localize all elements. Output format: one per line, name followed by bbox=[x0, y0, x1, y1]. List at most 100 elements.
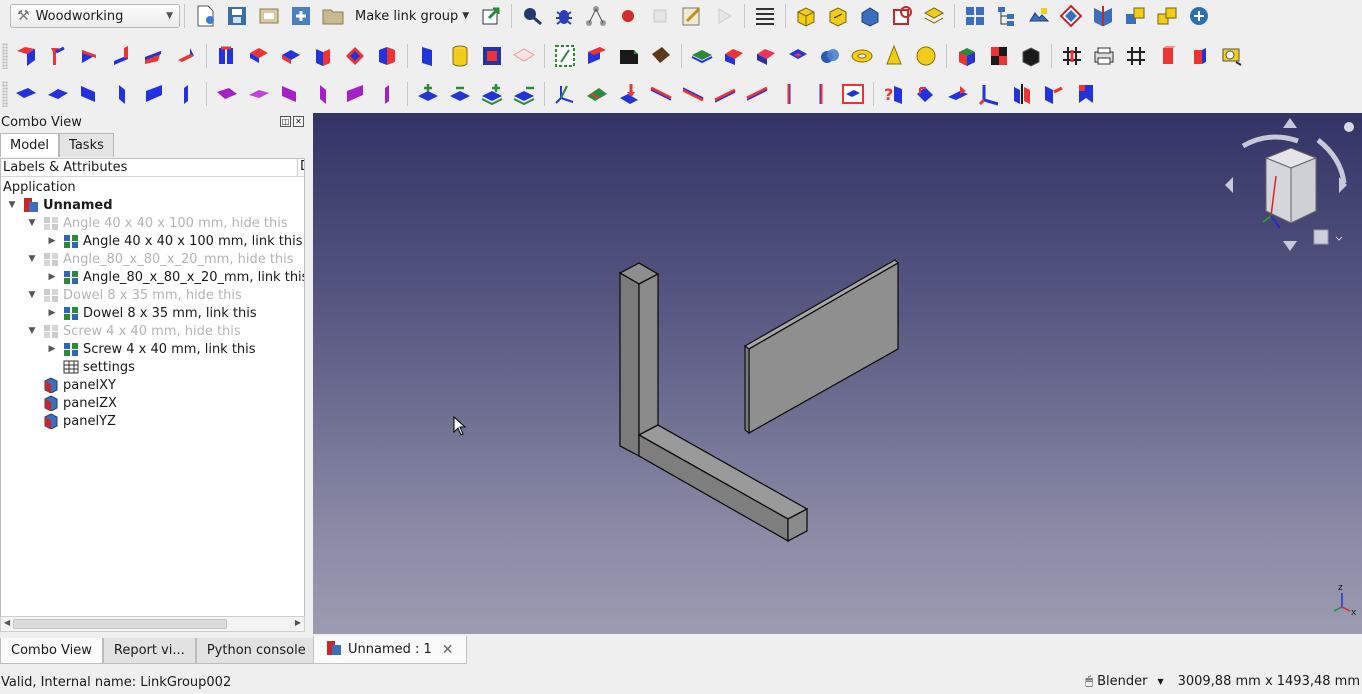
parts-yellow-icon[interactable] bbox=[1154, 3, 1180, 29]
purple-slant-3-icon[interactable] bbox=[342, 81, 368, 107]
cover-icon[interactable] bbox=[415, 43, 441, 69]
rotate-panel-icon[interactable] bbox=[913, 81, 939, 107]
slant-2-icon[interactable] bbox=[109, 81, 135, 107]
spheres-icon[interactable] bbox=[817, 43, 843, 69]
color-cube-icon[interactable] bbox=[954, 43, 980, 69]
bookmark-panel-icon[interactable] bbox=[1073, 81, 1099, 107]
scrollbar-thumb[interactable] bbox=[13, 619, 227, 629]
panel-xz-icon[interactable] bbox=[278, 43, 304, 69]
layers-icon[interactable] bbox=[921, 3, 947, 29]
new-document-icon[interactable] bbox=[192, 3, 218, 29]
tree-horizontal-scrollbar[interactable]: ◀ ▶ bbox=[0, 616, 305, 632]
record-icon[interactable] bbox=[615, 3, 641, 29]
tab-tasks[interactable]: Tasks bbox=[59, 133, 114, 157]
measure-icon[interactable] bbox=[1219, 43, 1245, 69]
torus-icon[interactable] bbox=[849, 43, 875, 69]
collapse-arrow-icon[interactable]: ▶ bbox=[47, 308, 57, 318]
slant-1-icon[interactable] bbox=[77, 81, 103, 107]
purple-slant-icon[interactable] bbox=[278, 81, 304, 107]
move-down-icon[interactable] bbox=[616, 81, 642, 107]
workbench-logo-icon[interactable] bbox=[1186, 3, 1212, 29]
cube-cut-icon[interactable] bbox=[825, 3, 851, 29]
expand-arrow-icon[interactable]: ▼ bbox=[27, 254, 37, 264]
cube-icon[interactable] bbox=[793, 3, 819, 29]
red-box-icon[interactable] bbox=[721, 43, 747, 69]
magic-side-icon[interactable] bbox=[77, 43, 103, 69]
tree-item[interactable]: ▶ Screw 4 x 40 mm, link this bbox=[47, 340, 256, 358]
tree-item[interactable]: ▼ Dowel 8 x 35 mm, hide this bbox=[27, 286, 242, 304]
navigation-style-selector[interactable]: 🖱 Blender ▼ bbox=[1085, 674, 1163, 689]
3d-viewport[interactable]: z x bbox=[313, 113, 1362, 634]
tree-item[interactable]: panelXY bbox=[27, 376, 116, 394]
flip-yx-icon[interactable] bbox=[45, 81, 71, 107]
purple-slant-2-icon[interactable] bbox=[310, 81, 336, 107]
panel-zy-icon[interactable] bbox=[374, 43, 400, 69]
expand-arrow-icon[interactable]: ▼ bbox=[7, 200, 17, 210]
checker-icon[interactable] bbox=[986, 43, 1012, 69]
mirror-panel-icon[interactable] bbox=[1009, 81, 1035, 107]
assembly-icon[interactable] bbox=[1026, 3, 1052, 29]
axes-icon[interactable] bbox=[552, 81, 578, 107]
parts-icon[interactable] bbox=[1122, 3, 1148, 29]
panel-yz-icon[interactable] bbox=[342, 43, 368, 69]
collapse-arrow-icon[interactable]: ▶ bbox=[47, 344, 57, 354]
tree-item[interactable]: ▶ Dowel 8 x 35 mm, link this bbox=[47, 304, 257, 322]
red-vertical-2-icon[interactable] bbox=[808, 81, 834, 107]
red-line-4-icon[interactable] bbox=[744, 81, 770, 107]
panel-zx-icon[interactable] bbox=[310, 43, 336, 69]
tree-header-labels[interactable]: Labels & Attributes bbox=[3, 160, 127, 175]
hash-icon[interactable] bbox=[1123, 43, 1149, 69]
wood-panel-icon[interactable] bbox=[648, 43, 674, 69]
remove-green-2-icon[interactable] bbox=[511, 81, 537, 107]
slant-4-icon[interactable] bbox=[173, 81, 199, 107]
swap-panel-icon[interactable] bbox=[945, 81, 971, 107]
purple-flat-2-icon[interactable] bbox=[246, 81, 272, 107]
red-block-icon[interactable] bbox=[1155, 43, 1181, 69]
cube-blue-icon[interactable] bbox=[857, 3, 883, 29]
make-link-group-dropdown[interactable]: Make link group ▼ bbox=[355, 9, 469, 24]
tree-item[interactable]: ▼ Angle 40 x 40 x 100 mm, hide this bbox=[27, 214, 288, 232]
tree-item[interactable]: ▼ Angle_80_x_80_x_20_mm, hide this bbox=[27, 250, 294, 268]
question-panel-icon[interactable]: ? bbox=[881, 81, 907, 107]
expand-arrow-icon[interactable]: ▼ bbox=[27, 326, 37, 336]
grid-icon[interactable] bbox=[962, 3, 988, 29]
tab-combo-view[interactable]: Combo View bbox=[0, 638, 103, 664]
open-document-icon[interactable] bbox=[224, 3, 250, 29]
document-tab[interactable]: Unnamed : 1 ✕ bbox=[313, 636, 467, 664]
dark-panel-icon[interactable] bbox=[584, 43, 610, 69]
sketch-icon[interactable] bbox=[552, 43, 578, 69]
red-line-2-icon[interactable] bbox=[680, 81, 706, 107]
tab-python-console[interactable]: Python console bbox=[195, 638, 317, 664]
purple-flat-icon[interactable] bbox=[214, 81, 240, 107]
export-icon[interactable] bbox=[478, 3, 504, 29]
cube-red-icon[interactable] bbox=[889, 3, 915, 29]
magic-panel-icon[interactable] bbox=[13, 43, 39, 69]
corner-panel-icon[interactable] bbox=[977, 81, 1003, 107]
workbench-selector[interactable]: ⚒ Woodworking ▼ bbox=[10, 4, 180, 28]
red-line-1-icon[interactable] bbox=[648, 81, 674, 107]
selection-box-icon[interactable] bbox=[840, 81, 866, 107]
remove-green-icon[interactable] bbox=[447, 81, 473, 107]
close-icon[interactable]: ✕ bbox=[442, 642, 454, 658]
magic-corner-icon[interactable] bbox=[45, 43, 71, 69]
expand-arrow-icon[interactable]: ▼ bbox=[27, 218, 37, 228]
flip-xy-icon[interactable] bbox=[13, 81, 39, 107]
sheet-icon[interactable] bbox=[511, 43, 537, 69]
scroll-left-icon[interactable]: ◀ bbox=[4, 618, 10, 627]
folder-icon[interactable] bbox=[320, 3, 346, 29]
tab-model[interactable]: Model bbox=[0, 133, 60, 157]
black-cube-icon[interactable] bbox=[1018, 43, 1044, 69]
hash-red-icon[interactable] bbox=[1059, 43, 1085, 69]
panel-xy-icon[interactable] bbox=[214, 43, 240, 69]
scroll-right-icon[interactable]: ▶ bbox=[295, 618, 301, 627]
diamond-icon[interactable] bbox=[1058, 3, 1084, 29]
red-line-3-icon[interactable] bbox=[712, 81, 738, 107]
collapse-arrow-icon[interactable]: ▶ bbox=[47, 272, 57, 282]
collapse-arrow-icon[interactable]: ▶ bbox=[47, 236, 57, 246]
tab-report-view[interactable]: Report vi... bbox=[102, 638, 196, 664]
tree-item[interactable]: panelYZ bbox=[27, 412, 116, 430]
debug-bug-icon[interactable] bbox=[551, 3, 577, 29]
black-panel-icon[interactable] bbox=[616, 43, 642, 69]
magic-front-icon[interactable] bbox=[141, 43, 167, 69]
add-green-icon[interactable] bbox=[415, 81, 441, 107]
